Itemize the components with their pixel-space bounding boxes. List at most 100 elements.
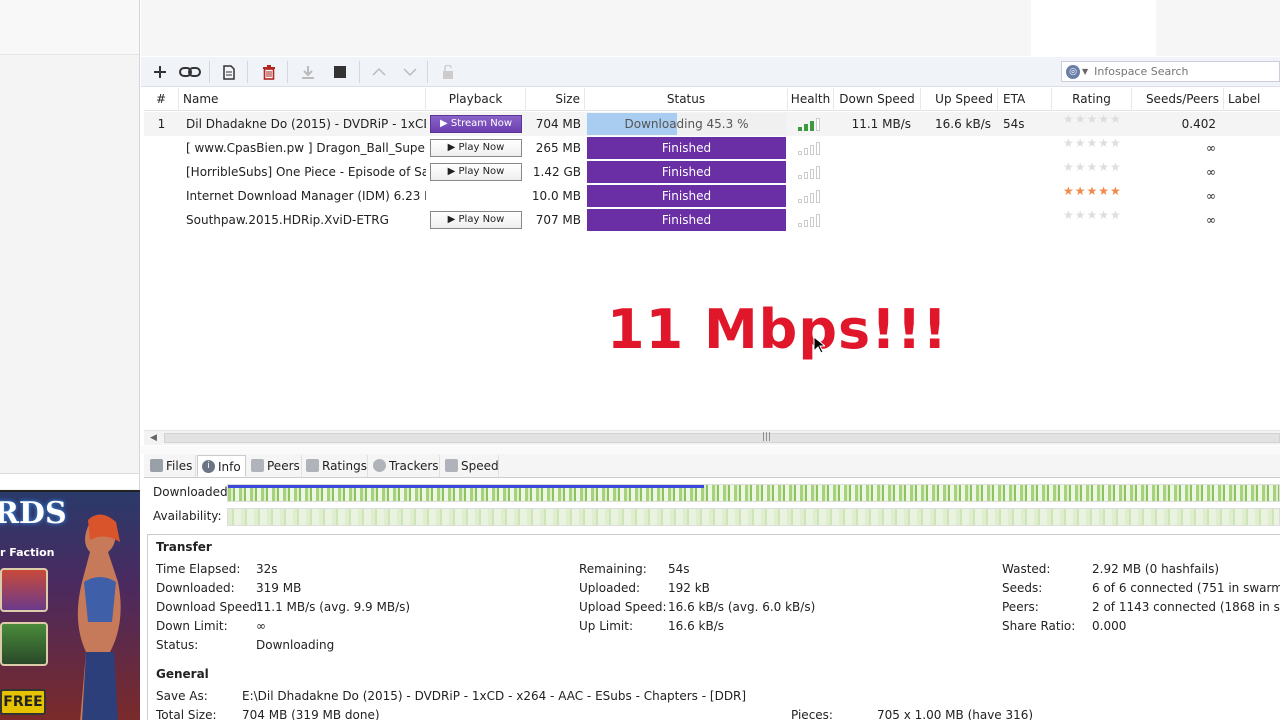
column-header-playback[interactable]: Playback: [426, 88, 526, 111]
column-header-rating[interactable]: Rating: [1052, 88, 1132, 111]
rating-stars[interactable]: ★★★★★: [1063, 136, 1122, 150]
tab-label: Peers: [267, 459, 300, 473]
scroll-left-icon[interactable]: ◀: [150, 431, 157, 446]
up-speed: 16.6 kB/s: [934, 117, 991, 131]
tab-peers[interactable]: Peers: [247, 455, 302, 477]
rating-stars[interactable]: ★★★★★: [1063, 184, 1122, 198]
unlock-icon[interactable]: [436, 60, 460, 84]
search-input[interactable]: [1094, 65, 1265, 78]
share-ratio-label: Share Ratio:: [1002, 619, 1076, 633]
tab-trackers[interactable]: Trackers: [369, 455, 440, 477]
ad-character-image: [77, 514, 121, 720]
column-header-up-speed[interactable]: Up Speed: [921, 88, 998, 111]
seeds-label: Seeds:: [1002, 581, 1043, 595]
time-elapsed-value: 32s: [256, 562, 278, 576]
play-now-button[interactable]: ▶ Play Now: [430, 211, 522, 229]
downloaded-label: Downloaded:: [156, 581, 235, 595]
tab-info[interactable]: i Info: [197, 455, 246, 477]
rating-stars[interactable]: ★★★★★: [1063, 160, 1122, 174]
ad-thumbnail: [0, 622, 48, 666]
column-header-seeds-peers[interactable]: Seeds/Peers: [1132, 88, 1224, 111]
pane-splitter[interactable]: [141, 446, 1280, 454]
downloaded-label: Downloaded:: [153, 485, 232, 499]
torrent-size: 1.42 GB: [532, 165, 581, 179]
play-now-label: Play Now: [458, 166, 505, 177]
save-as-value: E:\Dil Dhadakne Do (2015) - DVDRiP - 1xC…: [242, 689, 747, 703]
torrent-row[interactable]: Internet Download Manager (IDM) 6.23 Bui…: [144, 184, 1280, 208]
health-bars-icon: [798, 117, 826, 131]
files-icon: [150, 459, 163, 472]
total-size-value: 704 MB (319 MB done): [242, 708, 380, 720]
download-speed-label: Download Speed:: [156, 600, 262, 614]
downloaded-progress-line: [228, 485, 705, 488]
move-down-icon[interactable]: [398, 60, 422, 84]
scrollbar-grip-icon: |||: [762, 432, 772, 442]
ad-thumbnail: [0, 568, 48, 612]
eta: 54s: [1003, 117, 1025, 131]
tab-label: Speed: [461, 459, 499, 473]
status-text: Finished: [587, 161, 786, 183]
stream-now-button[interactable]: ▶ Stream Now: [430, 115, 522, 133]
transfer-section-title: Transfer: [156, 540, 212, 554]
share-ratio-value: 0.000: [1092, 619, 1127, 633]
play-now-button[interactable]: ▶ Play Now: [430, 163, 522, 181]
stop-icon[interactable]: [328, 60, 352, 84]
search-box[interactable]: ◎ ▼: [1061, 61, 1280, 82]
rating-stars[interactable]: ★★★★★: [1063, 208, 1122, 222]
column-header-eta[interactable]: ETA: [998, 88, 1052, 111]
torrent-row[interactable]: 1 Dil Dhadakne Do (2015) - DVDRiP - 1xCD…: [144, 112, 1280, 136]
scrollbar-thumb[interactable]: [164, 433, 1280, 443]
column-header-down-speed[interactable]: Down Speed: [834, 88, 921, 111]
general-section-title: General: [156, 667, 209, 681]
move-up-icon[interactable]: [367, 60, 391, 84]
torrent-size: 10.0 MB: [531, 189, 581, 203]
rating-stars[interactable]: ★★★★★: [1063, 112, 1122, 126]
remaining-label: Remaining:: [579, 562, 647, 576]
uploaded-label: Uploaded:: [579, 581, 641, 595]
pieces-label: Pieces:: [791, 708, 833, 720]
tab-files[interactable]: Files: [146, 455, 196, 477]
download-icon[interactable]: [296, 60, 320, 84]
seeds-value: 6 of 6 connected (751 in swarm): [1092, 581, 1280, 595]
top-area: [141, 0, 1280, 56]
detail-tabs: Files i Info Peers Ratings Trackers Spee…: [144, 454, 1280, 478]
column-header-label[interactable]: Label: [1224, 88, 1280, 111]
up-limit-value: 16.6 kB/s: [668, 619, 725, 633]
column-header-health[interactable]: Health: [788, 88, 834, 111]
sidebar-top: [0, 0, 139, 55]
torrent-name: Southpaw.2015.HDRip.XviD-ETRG: [186, 213, 389, 227]
status-text: Downloading 45.3 %: [624, 117, 749, 131]
up-limit-label: Up Limit:: [579, 619, 634, 633]
tab-label: Info: [218, 460, 241, 474]
tab-label: Trackers: [389, 459, 439, 473]
ad-subtitle: r Faction: [0, 546, 55, 559]
play-now-label: Play Now: [458, 214, 505, 225]
column-header-number[interactable]: #: [144, 88, 179, 111]
tab-ratings[interactable]: Ratings: [302, 455, 368, 477]
torrent-size: 704 MB: [535, 117, 581, 131]
horizontal-scrollbar[interactable]: ◀ |||: [144, 430, 1280, 445]
status-text: Finished: [587, 185, 786, 207]
ad-free-button[interactable]: FREE: [0, 689, 46, 715]
column-header-size[interactable]: Size: [526, 88, 585, 111]
create-torrent-icon[interactable]: [217, 60, 241, 84]
search-provider-icon[interactable]: ◎: [1066, 64, 1080, 79]
tab-speed[interactable]: Speed: [441, 455, 499, 477]
add-link-icon[interactable]: [178, 60, 202, 84]
torrent-row[interactable]: Southpaw.2015.HDRip.XviD-ETRG ▶ Play Now…: [144, 208, 1280, 232]
add-torrent-icon[interactable]: [148, 60, 172, 84]
play-now-button[interactable]: ▶ Play Now: [430, 139, 522, 157]
column-header-status[interactable]: Status: [585, 88, 788, 111]
seeds-peers: ∞: [1206, 189, 1216, 203]
tab-label: Files: [166, 459, 193, 473]
delete-icon[interactable]: [257, 60, 281, 84]
torrent-row[interactable]: [ www.CpasBien.pw ] Dragon_Ball_Super_00…: [144, 136, 1280, 160]
stream-now-label: Stream Now: [450, 118, 512, 129]
downloaded-bar-row: Downloaded:: [144, 482, 1280, 504]
torrent-row[interactable]: [HorribleSubs] One Piece - Episode of Sa…: [144, 160, 1280, 184]
advertisement[interactable]: RDS r Faction FREE: [0, 490, 140, 720]
wasted-value: 2.92 MB (0 hashfails): [1092, 562, 1220, 576]
column-header-name[interactable]: Name: [183, 88, 426, 111]
chevron-down-icon[interactable]: ▼: [1082, 67, 1088, 76]
status-text: Finished: [587, 209, 786, 231]
